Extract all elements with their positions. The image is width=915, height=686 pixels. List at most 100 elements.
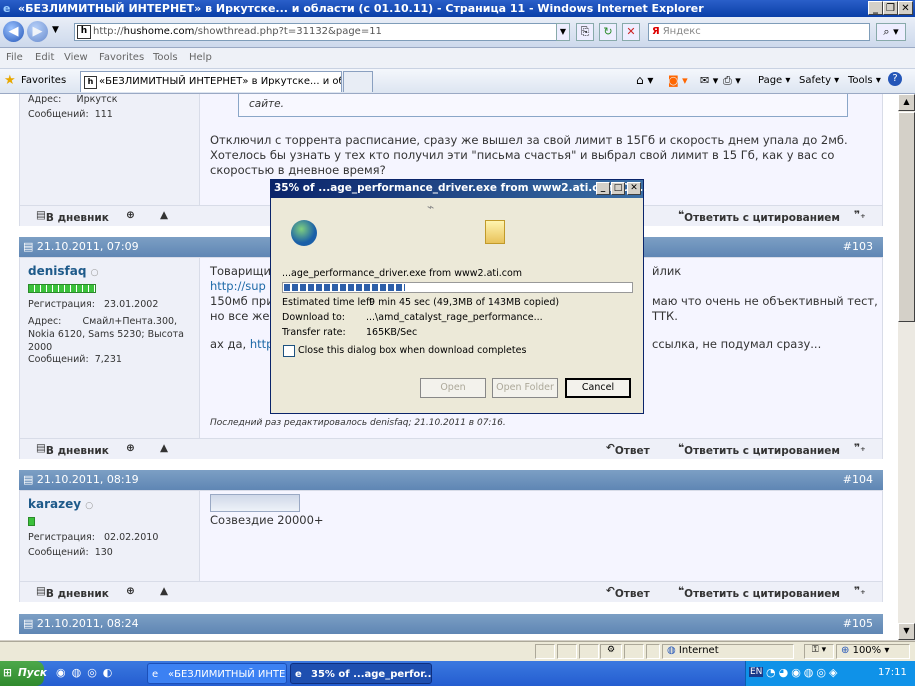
post-number[interactable]: #104 bbox=[843, 473, 873, 486]
window-title: «БЕЗЛИМИТНЫЙ ИНТЕРНЕТ» в Иркутске... и о… bbox=[18, 2, 704, 15]
diary-button[interactable]: ▤ В дневник bbox=[36, 585, 109, 600]
feeds-icon[interactable]: ◙ ▾ bbox=[668, 74, 688, 87]
new-tab-button[interactable] bbox=[343, 71, 373, 92]
reply-quote-button[interactable]: ❝ Ответить с цитированием bbox=[678, 585, 840, 600]
dialog-close-button[interactable]: ✕ bbox=[627, 182, 641, 195]
taskbar: ⊞Пуск ◉◍◎◐ e«БЕЗЛИМИТНЫЙ ИНТЕР... e35% o… bbox=[0, 661, 915, 686]
report-icon[interactable]: ▲ bbox=[160, 209, 168, 221]
help-icon[interactable]: ? bbox=[888, 72, 902, 86]
taskbar-ie-window[interactable]: e«БЕЗЛИМИТНЫЙ ИНТЕР... bbox=[147, 663, 287, 684]
stop-icon[interactable]: ✕ bbox=[622, 23, 640, 41]
menu-edit[interactable]: Edit bbox=[35, 52, 54, 63]
search-input[interactable]: Я Яндекс bbox=[648, 23, 870, 41]
reply-button[interactable]: ↶ Ответ bbox=[606, 585, 650, 600]
minimize-button[interactable]: _ bbox=[868, 1, 883, 15]
open-folder-button[interactable]: Open Folder bbox=[492, 378, 558, 398]
dialog-title-bar[interactable]: 35% of ...age_performance_driver.exe fro… bbox=[271, 180, 647, 198]
download-dialog[interactable]: 35% of ...age_performance_driver.exe fro… bbox=[270, 179, 647, 414]
dialog-maximize-button[interactable]: □ bbox=[611, 182, 625, 195]
username-link[interactable]: karazey ○ bbox=[28, 497, 93, 511]
internet-globe-icon: ◍ bbox=[667, 645, 676, 656]
tools-menu[interactable]: Tools ▾ bbox=[848, 75, 881, 86]
open-button[interactable]: Open bbox=[420, 378, 486, 398]
username-link[interactable]: denisfaq ○ bbox=[28, 264, 98, 278]
flying-paper-icon: ⌁ bbox=[427, 200, 435, 214]
globe-icon bbox=[291, 220, 317, 246]
status-bar: ⚙ ◍ Internet ⚿ ▾ ⊕ 100% ▾ bbox=[0, 641, 915, 662]
reputation-bar bbox=[28, 517, 35, 526]
taskbar-download-window[interactable]: e 35% of ...age_perfor... bbox=[290, 663, 432, 684]
menu-bar: File Edit View Favorites Tools Help bbox=[0, 48, 915, 69]
scroll-down-icon[interactable]: ▼ bbox=[898, 623, 915, 640]
search-button[interactable]: ⌕ ▾ bbox=[876, 23, 906, 41]
refresh-icon[interactable]: ↻ bbox=[599, 23, 617, 41]
ie-logo-icon: e bbox=[295, 669, 302, 680]
post-104-header: ▤ 21.10.2011, 08:19 #104 bbox=[19, 470, 883, 490]
menu-help[interactable]: Help bbox=[189, 52, 212, 63]
tray-icons[interactable]: ◔◕◉◍◎◈ bbox=[766, 666, 840, 679]
forward-arrow-icon[interactable]: ▶ bbox=[27, 21, 48, 42]
diary-button[interactable]: ▤ В дневник bbox=[36, 209, 109, 224]
cancel-button[interactable]: Cancel bbox=[565, 378, 631, 398]
maximize-button[interactable]: ❐ bbox=[883, 1, 898, 15]
screenshot-thumbnail[interactable] bbox=[210, 494, 300, 512]
start-button[interactable]: ⊞ Пуск bbox=[0, 661, 47, 686]
quick-launch-icons[interactable]: ◉◍◎◐ bbox=[56, 666, 118, 679]
multiquote-icon[interactable]: ⊕ bbox=[126, 585, 135, 597]
history-dropdown-icon[interactable]: ▼ bbox=[52, 25, 59, 35]
diary-button[interactable]: ▤ В дневник bbox=[36, 442, 109, 457]
close-when-done-label[interactable]: Close this dialog box when download comp… bbox=[298, 345, 526, 356]
menu-favorites[interactable]: Favorites bbox=[99, 52, 144, 63]
scroll-thumb[interactable] bbox=[898, 112, 915, 322]
zone-indicator[interactable]: ◍ Internet bbox=[662, 644, 794, 659]
ie-logo-icon: e bbox=[3, 2, 11, 15]
quick-reply-icon[interactable]: ❞₊ bbox=[854, 209, 866, 221]
mail-icon[interactable]: ✉ ▾ bbox=[700, 74, 718, 87]
dialog-minimize-button[interactable]: _ bbox=[596, 182, 610, 195]
reply-quote-button[interactable]: ❝ Ответить с цитированием bbox=[678, 209, 840, 224]
scroll-up-icon[interactable]: ▲ bbox=[898, 94, 915, 111]
address-prefix: http:// bbox=[93, 26, 124, 37]
reply-quote-button[interactable]: ❝ Ответить с цитированием bbox=[678, 442, 840, 457]
home-icon[interactable]: ⌂ ▾ bbox=[636, 73, 653, 87]
report-icon[interactable]: ▲ bbox=[160, 585, 168, 597]
favorites-star-icon[interactable]: ★ bbox=[4, 73, 16, 88]
tab-title: «БЕЗЛИМИТНЫЙ ИНТЕРНЕТ» в Иркутске... и о… bbox=[99, 76, 341, 87]
dialog-title: 35% of ...age_performance_driver.exe fro… bbox=[274, 182, 648, 194]
zoom-control[interactable]: ⊕ 100% ▾ bbox=[836, 644, 910, 659]
menu-file[interactable]: File bbox=[6, 52, 23, 63]
quick-reply-icon[interactable]: ❞₊ bbox=[854, 442, 866, 454]
address-bar[interactable]: h http://hushome.com/showthread.php?t=311… bbox=[74, 23, 568, 41]
favorites-button[interactable]: Favorites bbox=[21, 75, 66, 86]
multiquote-icon[interactable]: ⊕ bbox=[126, 442, 135, 454]
menu-view[interactable]: View bbox=[64, 52, 88, 63]
address-dropdown-icon[interactable]: ▼ bbox=[556, 23, 570, 41]
post-105-header: ▤ 21.10.2011, 08:24 #105 bbox=[19, 614, 883, 634]
compatibility-view-icon[interactable]: ⎘ bbox=[576, 23, 594, 41]
post-104: karazey ○ Регистрация: 02.02.2010 Сообще… bbox=[19, 490, 883, 582]
post-number[interactable]: #105 bbox=[843, 617, 873, 630]
post-link[interactable]: http://sup bbox=[210, 279, 266, 294]
download-file-name: ...age_performance_driver.exe from www2.… bbox=[282, 268, 523, 279]
user-pane: denisfaq ○ Регистрация: 23.01.2002 Адрес… bbox=[20, 258, 200, 438]
safety-menu[interactable]: Safety ▾ bbox=[799, 75, 839, 86]
window-title-bar[interactable]: e «БЕЗЛИМИТНЫЙ ИНТЕРНЕТ» в Иркутске... и… bbox=[0, 0, 915, 17]
print-icon[interactable]: ⎙ ▾ bbox=[723, 74, 741, 88]
security-icon[interactable]: ⚙ bbox=[600, 644, 622, 659]
back-arrow-icon[interactable]: ◀ bbox=[3, 21, 24, 42]
close-when-done-checkbox[interactable] bbox=[283, 345, 295, 357]
download-to-value: ...\amd_catalyst_rage_performance... bbox=[366, 312, 543, 323]
quick-reply-icon[interactable]: ❞₊ bbox=[854, 585, 866, 597]
menu-tools[interactable]: Tools bbox=[153, 52, 178, 63]
ie-logo-icon: e bbox=[152, 669, 159, 680]
post-number[interactable]: #103 bbox=[843, 240, 873, 253]
protected-mode-icon[interactable]: ⚿ ▾ bbox=[804, 644, 834, 659]
vertical-scrollbar[interactable]: ▲ ▼ bbox=[898, 94, 915, 640]
close-button[interactable]: ✕ bbox=[898, 1, 913, 15]
reply-button[interactable]: ↶ Ответ bbox=[606, 442, 650, 457]
report-icon[interactable]: ▲ bbox=[160, 442, 168, 454]
multiquote-icon[interactable]: ⊕ bbox=[126, 209, 135, 221]
browser-tab-active[interactable]: h «БЕЗЛИМИТНЫЙ ИНТЕРНЕТ» в Иркутске... и… bbox=[80, 71, 342, 92]
page-menu[interactable]: Page ▾ bbox=[758, 75, 790, 86]
language-indicator[interactable]: EN bbox=[749, 667, 764, 677]
